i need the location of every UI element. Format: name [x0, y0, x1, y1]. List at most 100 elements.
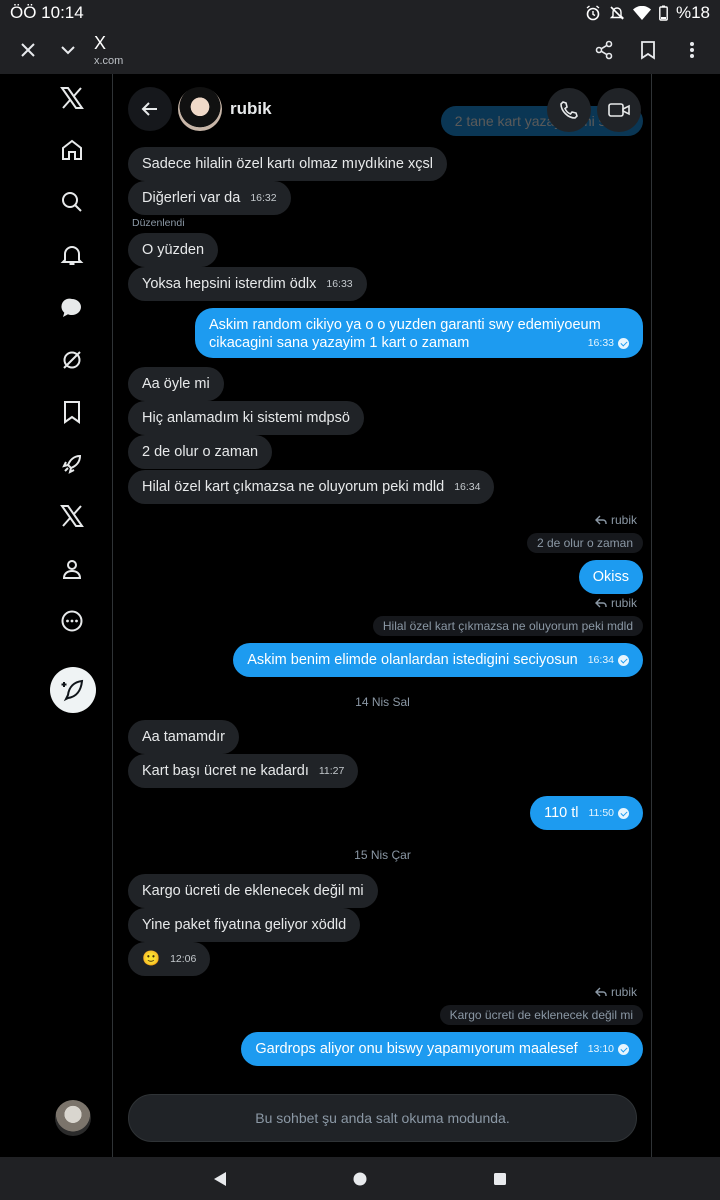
- nav-more[interactable]: [48, 597, 96, 645]
- bookmark-icon: [641, 41, 655, 60]
- nav-bookmarks[interactable]: [48, 388, 96, 436]
- x-logo-link[interactable]: [48, 74, 96, 122]
- message-received[interactable]: Yine paket fiyatına geliyor xödld: [128, 908, 361, 942]
- reply-indicator: rubik: [594, 985, 637, 999]
- message-time: 13:10: [587, 1043, 614, 1056]
- message-text: Yoksa hepsini isterdim ödlx: [142, 276, 317, 292]
- message-text: Hilal özel kart çıkmazsa ne oluyorum pek…: [142, 479, 445, 495]
- nav-messages[interactable]: [48, 284, 96, 332]
- reply-to-name: rubik: [610, 596, 637, 610]
- message-sent[interactable]: Okiss: [578, 560, 643, 594]
- nav-grok[interactable]: [48, 336, 96, 384]
- message-received[interactable]: Aa tamamdır: [128, 720, 239, 754]
- message-received[interactable]: Diğerleri var da 16:32: [128, 181, 291, 216]
- share-icon: [595, 40, 613, 60]
- video-call-button[interactable]: [597, 88, 641, 132]
- message-sent[interactable]: 110 tl 11:50: [530, 796, 643, 831]
- account-avatar[interactable]: [55, 1100, 91, 1136]
- quoted-message[interactable]: Kargo ücreti de eklenecek değil mi: [439, 1005, 643, 1025]
- circle-home-icon: [353, 1172, 367, 1185]
- back-nav-button[interactable]: [205, 1164, 235, 1194]
- quoted-message[interactable]: 2 de olur o zaman: [526, 533, 643, 553]
- message-received[interactable]: Yoksa hepsini isterdim ödlx 16:33: [128, 267, 367, 302]
- message-sent[interactable]: Askim benim elimde olanlardan istedigini…: [233, 643, 643, 678]
- nav-notifications[interactable]: [48, 231, 96, 279]
- battery-icon: [659, 5, 668, 21]
- feather-plus-icon: [61, 679, 84, 702]
- more-circle-icon: [61, 610, 83, 632]
- message-received[interactable]: O yüzden: [128, 233, 219, 267]
- message-received[interactable]: Sadece hilalin özel kartı olmaz mıydıkin…: [128, 147, 447, 181]
- read-check-icon: [618, 1043, 629, 1055]
- message-received[interactable]: Kargo ücreti de eklenecek değil mi: [128, 874, 378, 908]
- side-navigation: [0, 74, 113, 1157]
- close-icon: [21, 43, 35, 57]
- nav-jobs[interactable]: [48, 440, 96, 488]
- chevron-down-icon: [61, 46, 75, 55]
- nav-profile[interactable]: [48, 545, 96, 593]
- square-recents-icon: [494, 1172, 506, 1185]
- message-received[interactable]: 🙂 12:06: [128, 942, 211, 977]
- message-text: Hiç anlamadım ki sistemi mdpsö: [142, 410, 350, 426]
- message-text: 110 tl: [544, 805, 579, 821]
- message-text: Gardrops aliyor onu biswy yapamıyorum ma…: [255, 1041, 578, 1057]
- message-text: 2 de olur o zaman: [142, 444, 259, 460]
- page-url: x.com: [94, 55, 124, 67]
- nav-premium[interactable]: [48, 492, 96, 540]
- contact-name[interactable]: rubik: [230, 99, 272, 119]
- page-title-block: X x.com: [94, 33, 123, 67]
- contact-avatar[interactable]: [178, 87, 222, 131]
- message-text: Askim benim elimde olanlardan istedigini…: [247, 652, 578, 668]
- status-icons: %18: [585, 3, 710, 23]
- quoted-message[interactable]: Hilal özel kart çıkmazsa ne oluyorum pek…: [372, 616, 643, 636]
- arrow-left-icon: [141, 102, 157, 116]
- rocket-icon: [62, 454, 82, 474]
- compose-post-button[interactable]: [50, 667, 96, 713]
- message-text: Okiss: [592, 569, 629, 585]
- triangle-back-icon: [214, 1171, 226, 1186]
- nav-explore[interactable]: [48, 178, 96, 226]
- video-camera-icon: [608, 103, 630, 117]
- recents-nav-button[interactable]: [485, 1164, 515, 1194]
- share-button[interactable]: [584, 30, 624, 70]
- bookmark-icon: [64, 401, 80, 424]
- message-time: 16:33: [326, 278, 353, 291]
- message-received[interactable]: Hilal özel kart çıkmazsa ne oluyorum pek…: [128, 470, 495, 505]
- message-sent[interactable]: Askim random cikiyo ya o o yuzden garant…: [195, 308, 643, 359]
- reply-arrow-icon: [594, 598, 607, 608]
- message-text: Diğerleri var da: [142, 190, 241, 206]
- wifi-icon: [632, 6, 651, 20]
- bookmark-button[interactable]: [628, 30, 668, 70]
- reply-to-name: rubik: [610, 985, 637, 999]
- message-received[interactable]: Aa öyle mi: [128, 367, 224, 401]
- close-tab-button[interactable]: [8, 30, 48, 70]
- nav-home[interactable]: [48, 126, 96, 174]
- message-received[interactable]: Hiç anlamadım ki sistemi mdpsö: [128, 401, 364, 435]
- voice-call-button[interactable]: [547, 88, 591, 132]
- message-received[interactable]: Kart başı ücret ne kadardı 11:27: [128, 754, 359, 789]
- more-menu-button[interactable]: [672, 30, 712, 70]
- read-check-icon: [618, 807, 629, 819]
- message-sent[interactable]: Gardrops aliyor onu biswy yapamıyorum ma…: [241, 1032, 643, 1067]
- message-text: Kart başı ücret ne kadardı: [142, 763, 309, 779]
- message-time: 16:34: [587, 654, 614, 667]
- conversation-panel: 2 tane kart yazayim mi sana rubik Sadece…: [114, 74, 652, 1157]
- more-vertical-icon: [690, 42, 694, 58]
- home-nav-button[interactable]: [345, 1164, 375, 1194]
- system-nav-bar: [0, 1157, 720, 1200]
- message-text: Yine paket fiyatına geliyor xödld: [142, 917, 347, 933]
- message-time: 12:06: [170, 953, 197, 966]
- reply-arrow-icon: [594, 987, 607, 997]
- message-received[interactable]: 2 de olur o zaman: [128, 435, 273, 469]
- reply-arrow-icon: [594, 515, 607, 525]
- read-check-icon: [618, 337, 629, 349]
- message-text: Aa tamamdır: [142, 729, 225, 745]
- minimize-button[interactable]: [48, 30, 88, 70]
- message-text-line: cikacagini sana yazayim 1 kart o zamam: [209, 335, 470, 352]
- person-icon: [62, 560, 82, 579]
- back-button[interactable]: [128, 87, 172, 131]
- mute-icon: [609, 6, 625, 20]
- home-icon: [62, 139, 82, 160]
- x-app: 2 tane kart yazayim mi sana rubik Sadece…: [0, 74, 720, 1157]
- battery-level: %18: [675, 3, 710, 22]
